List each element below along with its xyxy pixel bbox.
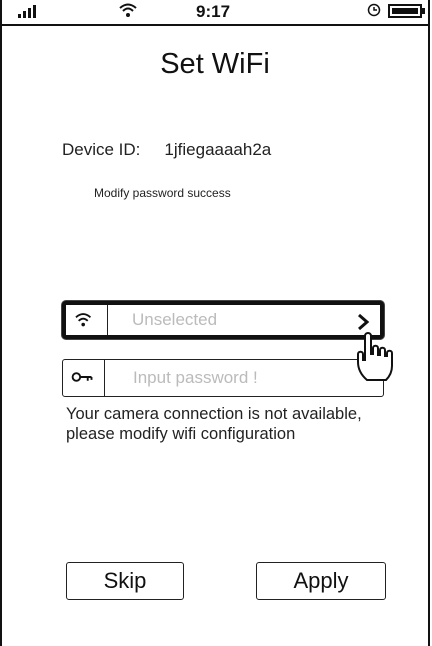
alarm-clock-icon bbox=[367, 3, 381, 17]
apply-button[interactable]: Apply bbox=[256, 562, 386, 600]
connection-warning: Your camera connection is not available,… bbox=[66, 405, 362, 443]
wifi-icon bbox=[75, 313, 92, 327]
skip-button[interactable]: Skip bbox=[66, 562, 184, 600]
key-icon bbox=[71, 372, 93, 382]
key-icon-cell bbox=[63, 360, 105, 396]
device-id-value: 1jfiegaaaah2a bbox=[164, 140, 272, 159]
status-message: Modify password success bbox=[94, 186, 231, 200]
status-time: 9:17 bbox=[196, 2, 231, 21]
password-field[interactable]: Input password ! bbox=[62, 359, 384, 397]
status-bar: 9:17 bbox=[2, 0, 428, 26]
wifi-icon bbox=[119, 3, 137, 17]
tap-hand-icon bbox=[357, 332, 393, 381]
signal-bars-icon bbox=[18, 5, 36, 18]
page-title: Set WiFi bbox=[160, 48, 270, 80]
device-id-label: Device ID: bbox=[62, 140, 141, 159]
chevron-right-icon[interactable] bbox=[356, 313, 370, 331]
ssid-placeholder: Unselected bbox=[132, 310, 218, 329]
phone-screen: 9:17 Set WiFi Device ID: 1jfiegaaaah2a Mo… bbox=[0, 0, 430, 646]
device-id-row: Device ID: 1jfiegaaaah2a bbox=[62, 140, 271, 160]
wifi-icon-cell bbox=[66, 305, 108, 335]
wifi-network-selector[interactable]: Unselected bbox=[62, 301, 384, 339]
battery-icon bbox=[388, 4, 425, 18]
password-placeholder: Input password ! bbox=[133, 368, 258, 387]
